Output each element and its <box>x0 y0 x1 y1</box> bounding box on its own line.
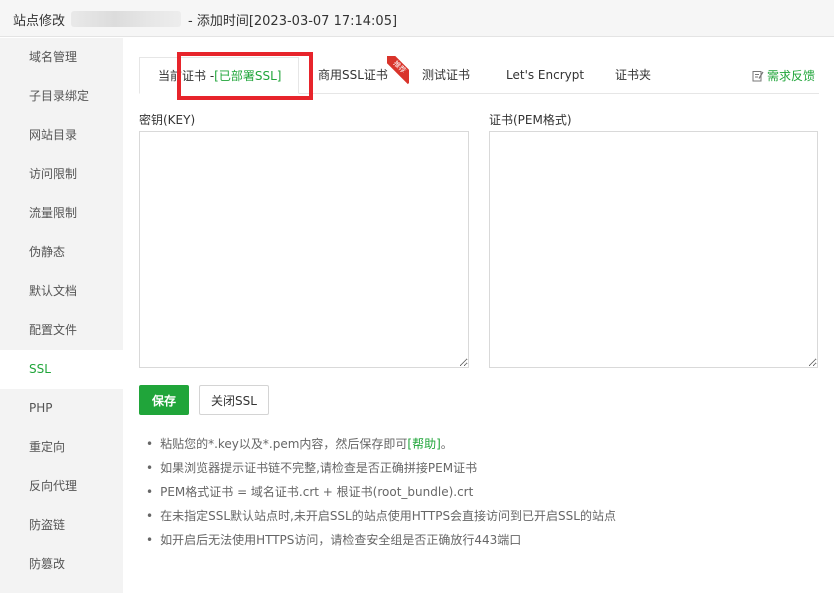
sidebar-item-rewrite[interactable]: 伪静态 <box>0 233 123 272</box>
key-label: 密钥(KEY) <box>139 113 196 127</box>
sidebar-item-php[interactable]: PHP <box>0 389 123 428</box>
tab-cert-folder[interactable]: 证书夹 <box>615 57 651 93</box>
sidebar-item-domain[interactable]: 域名管理 <box>0 38 123 77</box>
tab-commercial-ssl[interactable]: 商用SSL证书 <box>318 57 388 93</box>
save-button[interactable]: 保存 <box>139 385 189 415</box>
redacted-site-name <box>71 11 181 27</box>
tip-default-site: 在未指定SSL默认站点时,未开启SSL的站点使用HTTPS会直接访问到已开启SS… <box>146 504 616 528</box>
tip-paste-text: 粘贴您的*.key以及*.pem内容，然后保存即可 <box>160 437 408 451</box>
title-bar: 站点修改 - 添加时间[2023-03-07 17:14:05] <box>0 0 834 37</box>
feedback-link[interactable]: 需求反馈 <box>752 67 815 84</box>
tip-paste-end: 。 <box>440 437 453 451</box>
site-edit-window: 站点修改 - 添加时间[2023-03-07 17:14:05] 域名管理 子目… <box>0 0 834 593</box>
sidebar-item-reverse-proxy[interactable]: 反向代理 <box>0 467 123 506</box>
sidebar-item-access-limit[interactable]: 访问限制 <box>0 155 123 194</box>
sidebar-item-traffic-limit[interactable]: 流量限制 <box>0 194 123 233</box>
tab-lets-encrypt[interactable]: Let's Encrypt <box>506 57 584 93</box>
tip-pem-format: PEM格式证书 = 域名证书.crt + 根证书(root_bundle).cr… <box>146 480 616 504</box>
sidebar: 域名管理 子目录绑定 网站目录 访问限制 流量限制 伪静态 默认文档 配置文件 … <box>0 38 123 593</box>
tip-cert-chain: 如果浏览器提示证书链不完整,请检查是否正确拼接PEM证书 <box>146 456 616 480</box>
highlight-box <box>177 52 313 100</box>
tips-list: 粘贴您的*.key以及*.pem内容，然后保存即可[帮助]。 如果浏览器提示证书… <box>146 432 616 552</box>
tab-test-cert[interactable]: 测试证书 <box>422 57 470 93</box>
sidebar-item-config-file[interactable]: 配置文件 <box>0 311 123 350</box>
feedback-label: 需求反馈 <box>767 69 816 83</box>
tip-paste: 粘贴您的*.key以及*.pem内容，然后保存即可[帮助]。 <box>146 432 616 456</box>
sidebar-item-ssl[interactable]: SSL <box>0 350 123 389</box>
title-added-time: - 添加时间[2023-03-07 17:14:05] <box>188 14 398 29</box>
sidebar-item-redirect[interactable]: 重定向 <box>0 428 123 467</box>
title-prefix: 站点修改 <box>13 14 66 29</box>
sidebar-item-site-directory[interactable]: 网站目录 <box>0 116 123 155</box>
sidebar-item-subdir-binding[interactable]: 子目录绑定 <box>0 77 123 116</box>
recommend-ribbon-text: 推荐 <box>387 56 409 85</box>
edit-icon <box>752 71 764 82</box>
key-textarea[interactable] <box>139 131 469 368</box>
sidebar-item-hotlink[interactable]: 防盗链 <box>0 506 123 545</box>
close-ssl-button[interactable]: 关闭SSL <box>199 385 269 415</box>
cert-label: 证书(PEM格式) <box>489 113 572 127</box>
help-link[interactable]: [帮助] <box>407 437 440 451</box>
sidebar-item-tamper-proof[interactable]: 防篡改 <box>0 545 123 584</box>
cert-textarea[interactable] <box>489 131 818 368</box>
tip-port-443: 如开启后无法使用HTTPS访问，请检查安全组是否正确放行443端口 <box>146 528 616 552</box>
recommend-ribbon: 推荐 <box>387 56 409 86</box>
sidebar-item-default-doc[interactable]: 默认文档 <box>0 272 123 311</box>
